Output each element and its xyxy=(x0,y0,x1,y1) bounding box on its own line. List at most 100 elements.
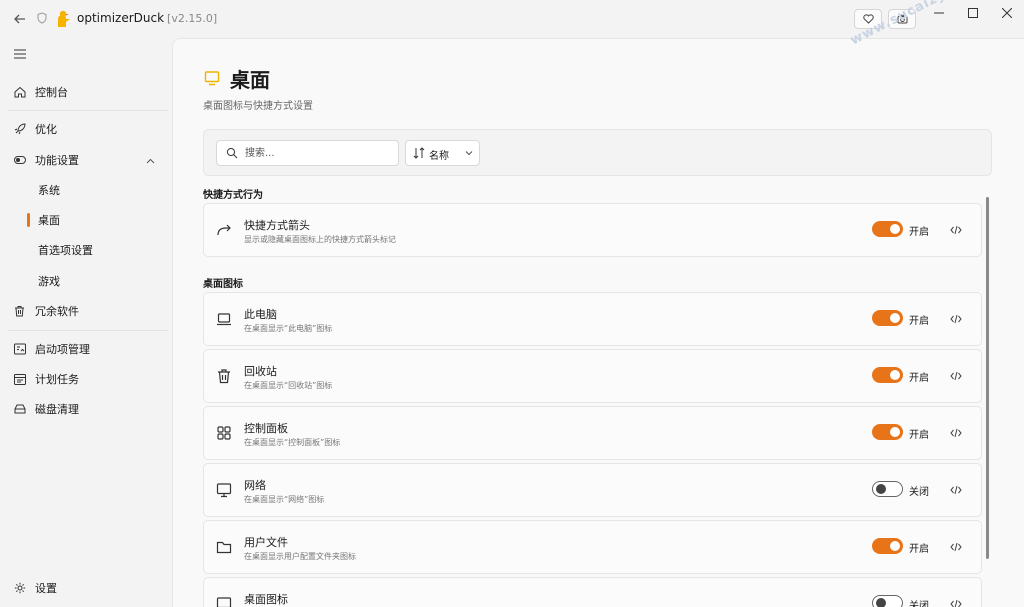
section-title-desktop-icons: 桌面图标 xyxy=(203,279,243,290)
chevron-down-icon xyxy=(464,148,474,158)
rocket-icon xyxy=(13,123,26,136)
sidebar-item-label: 首选项设置 xyxy=(38,244,93,257)
trash-icon xyxy=(13,305,26,318)
toggle-switch[interactable] xyxy=(872,367,903,383)
setting-title: 控制面板 xyxy=(244,422,288,435)
setting-title: 桌面图标 xyxy=(244,593,288,606)
sidebar-item-label: 磁盘清理 xyxy=(35,403,79,416)
main-content: 桌面 桌面图标与快捷方式设置 名称 快捷方式行为 快捷方式箭头 显示或隐藏桌面图… xyxy=(172,38,1024,607)
toggle-state-label: 关闭 xyxy=(909,487,929,498)
code-icon[interactable] xyxy=(950,598,962,607)
laptop-icon xyxy=(216,311,232,327)
sidebar-item-desktop[interactable]: 桌面 xyxy=(0,206,172,234)
back-arrow-icon[interactable] xyxy=(10,9,30,29)
toggle-switch[interactable] xyxy=(872,424,903,440)
code-icon[interactable] xyxy=(950,370,962,382)
toggle-state-label: 开启 xyxy=(909,373,929,384)
close-icon xyxy=(1002,8,1012,18)
duck-logo-icon xyxy=(55,10,71,28)
hard-drive-icon xyxy=(13,403,26,416)
toggle-knob xyxy=(890,224,900,234)
code-icon[interactable] xyxy=(950,427,962,439)
code-icon[interactable] xyxy=(950,541,962,553)
sort-label: 名称 xyxy=(429,151,449,162)
setting-description: 在桌面显示用户配置文件夹图标 xyxy=(244,552,356,561)
sidebar-item-label: 控制台 xyxy=(35,86,68,99)
setting-title: 用户文件 xyxy=(244,536,288,549)
maximize-button[interactable] xyxy=(959,4,987,22)
toggle-state-label: 开启 xyxy=(909,227,929,238)
toggle-state-label: 开启 xyxy=(909,430,929,441)
sidebar-item-dashboard[interactable]: 控制台 xyxy=(0,78,172,106)
app-name: optimizerDuck xyxy=(77,11,165,25)
toggle-switch[interactable] xyxy=(872,221,903,237)
maximize-icon xyxy=(968,8,978,18)
code-icon[interactable] xyxy=(950,224,962,236)
code-icon[interactable] xyxy=(950,313,962,325)
active-indicator xyxy=(27,213,30,227)
sidebar-item-preferences[interactable]: 首选项设置 xyxy=(0,236,172,264)
page-title: 桌面 xyxy=(230,68,270,92)
setting-card-recycle-bin: 回收站 在桌面显示“回收站”图标 开启 xyxy=(203,349,982,403)
sidebar-item-label: 计划任务 xyxy=(35,373,79,386)
toggle-knob xyxy=(890,541,900,551)
setting-card-shortcut-arrow: 快捷方式箭头 显示或隐藏桌面图标上的快捷方式箭头标记 开启 xyxy=(203,203,982,257)
arrow-redo-icon xyxy=(216,222,232,238)
setting-title: 网络 xyxy=(244,479,266,492)
setting-title: 回收站 xyxy=(244,365,277,378)
sidebar-item-features[interactable]: 功能设置 xyxy=(0,146,172,174)
grid-icon xyxy=(216,425,232,441)
gear-icon xyxy=(13,582,26,595)
vertical-scrollbar[interactable] xyxy=(986,197,989,559)
sidebar-item-disk-cleanup[interactable]: 磁盘清理 xyxy=(0,395,172,423)
toggle-knob xyxy=(890,427,900,437)
close-button[interactable] xyxy=(993,4,1021,22)
home-icon xyxy=(13,86,26,99)
setting-description: 在桌面显示“控制面板”图标 xyxy=(244,438,341,447)
menu-toggle-button[interactable] xyxy=(0,40,172,68)
sidebar-item-label: 优化 xyxy=(35,123,57,136)
sidebar-item-label: 冗余软件 xyxy=(35,305,79,318)
startup-icon xyxy=(13,343,26,356)
page-subtitle: 桌面图标与快捷方式设置 xyxy=(203,101,313,112)
chevron-up-icon[interactable] xyxy=(146,154,155,167)
sidebar-item-settings[interactable]: 设置 xyxy=(0,574,172,602)
toggle-state-label: 开启 xyxy=(909,544,929,555)
toggle-knob xyxy=(876,598,886,607)
sidebar-item-optimize[interactable]: 优化 xyxy=(0,115,172,143)
sidebar-item-system[interactable]: 系统 xyxy=(0,176,172,204)
shield-icon xyxy=(37,12,47,24)
toggle-switch[interactable] xyxy=(872,538,903,554)
toggle-switch[interactable] xyxy=(872,595,903,607)
search-box[interactable] xyxy=(216,140,399,166)
hamburger-icon xyxy=(13,48,26,61)
sidebar-item-bloatware[interactable]: 冗余软件 xyxy=(0,297,172,325)
desktop-icon xyxy=(216,596,232,607)
setting-description: 显示或隐藏桌面图标上的快捷方式箭头标记 xyxy=(244,235,396,244)
setting-card-user-files: 用户文件 在桌面显示用户配置文件夹图标 开启 xyxy=(203,520,982,574)
sidebar-divider xyxy=(8,110,168,111)
sidebar-item-scheduled-tasks[interactable]: 计划任务 xyxy=(0,365,172,393)
search-input[interactable] xyxy=(245,145,395,161)
sidebar-divider xyxy=(8,330,168,331)
toggle-switch[interactable] xyxy=(872,481,903,497)
minimize-icon xyxy=(934,12,944,14)
toggle-switch[interactable] xyxy=(872,310,903,326)
setting-description: 在桌面显示“回收站”图标 xyxy=(244,381,333,390)
setting-card-desktop-icons: 桌面图标 关闭 xyxy=(203,577,982,607)
sidebar-item-label: 功能设置 xyxy=(35,154,79,167)
sidebar-item-label: 设置 xyxy=(35,582,57,595)
sidebar: 控制台 优化 功能设置 系统 桌面 首选项设置 游戏 冗余软件 启动项管理 计划… xyxy=(0,38,172,607)
setting-description: 在桌面显示“此电脑”图标 xyxy=(244,324,333,333)
setting-card-this-pc: 此电脑 在桌面显示“此电脑”图标 开启 xyxy=(203,292,982,346)
sort-dropdown[interactable]: 名称 xyxy=(405,140,480,166)
sidebar-item-games[interactable]: 游戏 xyxy=(0,267,172,295)
toggle-knob xyxy=(890,313,900,323)
sidebar-item-label: 桌面 xyxy=(38,214,60,227)
code-icon[interactable] xyxy=(950,484,962,496)
app-title: optimizerDuck [v2.15.0] xyxy=(77,11,217,25)
toggle-knob xyxy=(890,370,900,380)
trash-icon xyxy=(216,368,232,384)
sidebar-item-startup[interactable]: 启动项管理 xyxy=(0,335,172,363)
monitor-icon xyxy=(216,482,232,498)
